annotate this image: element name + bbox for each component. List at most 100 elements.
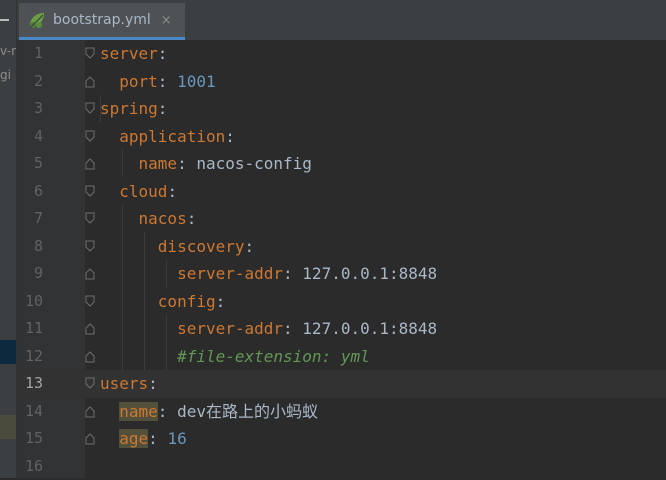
fold-open-icon[interactable] <box>85 185 95 198</box>
code-text: server-addr: 127.0.0.1:8848 <box>100 260 437 288</box>
code-text: port: 1001 <box>100 68 216 96</box>
line-number[interactable]: 6 <box>17 178 43 206</box>
code-text: age: 16 <box>100 425 187 453</box>
code-line[interactable]: 3 spring: <box>17 95 666 123</box>
line-number[interactable]: 1 <box>17 40 43 68</box>
yaml-value: 16 <box>167 429 186 448</box>
yaml-key: application <box>119 127 225 146</box>
code-text: server: <box>100 40 167 68</box>
line-number[interactable]: 3 <box>17 95 43 123</box>
line-number[interactable]: 13 <box>17 370 43 398</box>
code-line[interactable]: 14 name: dev在路上的小蚂蚁 <box>17 398 666 426</box>
code-line[interactable]: 10 config: <box>17 288 666 316</box>
code-text: #file-extension: yml <box>100 343 370 371</box>
indent-guide <box>122 205 123 370</box>
line-number[interactable]: 12 <box>17 343 43 371</box>
yaml-value: nacos-config <box>196 154 312 173</box>
yaml-key: name <box>119 402 158 421</box>
code-text: nacos: <box>100 205 196 233</box>
fold-open-icon[interactable] <box>85 130 95 143</box>
yaml-key: port <box>119 72 158 91</box>
code-text: users: <box>100 370 158 398</box>
fold-end-icon[interactable] <box>85 157 95 170</box>
code-text: cloud: <box>100 178 177 206</box>
fold-open-icon[interactable] <box>85 377 95 390</box>
code-line[interactable]: 4 application: <box>17 123 666 151</box>
yaml-value: dev在路上的小蚂蚁 <box>177 402 318 421</box>
yaml-key: cloud <box>119 182 167 201</box>
indent-guide <box>122 150 123 177</box>
yaml-value: 127.0.0.1:8848 <box>302 319 437 338</box>
code-line[interactable]: 11 server-addr: 127.0.0.1:8848 <box>17 315 666 343</box>
yaml-key: config <box>158 292 216 311</box>
fold-end-icon[interactable] <box>85 405 95 418</box>
line-number[interactable]: 16 <box>17 453 43 480</box>
code-line[interactable]: 6 cloud: <box>17 178 666 206</box>
yaml-key: server-addr <box>177 264 283 283</box>
code-text: name: dev在路上的小蚂蚁 <box>100 398 318 426</box>
editor-tab-bar: bootstrap.yml × <box>17 0 666 41</box>
code-line[interactable]: 8 discovery: <box>17 233 666 261</box>
yaml-key: nacos <box>139 209 187 228</box>
code-text: spring: <box>100 95 167 123</box>
yaml-key: server-addr <box>177 319 283 338</box>
line-number[interactable]: 10 <box>17 288 43 316</box>
project-tree-fragment[interactable]: gi <box>0 68 11 82</box>
fold-open-icon[interactable] <box>85 102 95 115</box>
fold-open-icon[interactable] <box>85 295 95 308</box>
code-line[interactable]: 13 users: <box>17 370 666 398</box>
project-tree-selected-row[interactable] <box>0 340 16 364</box>
code-text: application: <box>100 123 235 151</box>
yaml-key: discovery <box>158 237 245 256</box>
yaml-key: spring <box>100 99 158 118</box>
line-number[interactable]: 15 <box>17 425 43 453</box>
yaml-comment: #file-extension: yml <box>177 347 370 366</box>
indent-guide <box>100 95 101 122</box>
indent-guide <box>166 315 167 370</box>
fold-open-icon[interactable] <box>85 47 95 60</box>
tab-label: bootstrap.yml <box>53 12 151 28</box>
line-number[interactable]: 2 <box>17 68 43 96</box>
fold-end-icon[interactable] <box>85 322 95 335</box>
code-line[interactable]: 1 server: <box>17 40 666 68</box>
line-number[interactable]: 11 <box>17 315 43 343</box>
fold-end-icon[interactable] <box>85 432 95 445</box>
tab-bootstrap-yml[interactable]: bootstrap.yml × <box>19 3 185 37</box>
line-number[interactable]: 7 <box>17 205 43 233</box>
collapse-icon[interactable] <box>0 19 9 21</box>
code-line[interactable]: 12 #file-extension: yml <box>17 343 666 371</box>
code-text: config: <box>100 288 225 316</box>
code-text: server-addr: 127.0.0.1:8848 <box>100 315 437 343</box>
indent-guide <box>144 232 145 370</box>
code-line[interactable]: 15 age: 16 <box>17 425 666 453</box>
fold-open-icon[interactable] <box>85 240 95 253</box>
line-number[interactable]: 9 <box>17 260 43 288</box>
line-number[interactable]: 8 <box>17 233 43 261</box>
project-panel-strip: v-r gi <box>0 0 16 478</box>
yaml-key: server <box>100 44 158 63</box>
project-tree-fragment[interactable]: v-r <box>0 44 16 58</box>
code-line[interactable]: 7 nacos: <box>17 205 666 233</box>
code-line[interactable]: 16 <box>17 453 666 480</box>
yaml-key: users <box>100 374 148 393</box>
spring-leaf-icon <box>27 10 47 30</box>
line-number[interactable]: 4 <box>17 123 43 151</box>
code-line[interactable]: 5 name: nacos-config <box>17 150 666 178</box>
close-icon[interactable]: × <box>161 13 172 28</box>
yaml-key: age <box>119 429 148 448</box>
indent-guide <box>166 260 167 287</box>
code-text: discovery: <box>100 233 254 261</box>
project-tree-highlight-row[interactable] <box>0 415 16 439</box>
code-line[interactable]: 9 server-addr: 127.0.0.1:8848 <box>17 260 666 288</box>
fold-open-icon[interactable] <box>85 212 95 225</box>
yaml-key: name <box>139 154 178 173</box>
fold-end-icon[interactable] <box>85 267 95 280</box>
line-number[interactable]: 14 <box>17 398 43 426</box>
yaml-value: 127.0.0.1:8848 <box>302 264 437 283</box>
fold-end-icon[interactable] <box>85 75 95 88</box>
code-text: name: nacos-config <box>100 150 312 178</box>
code-line[interactable]: 2 port: 1001 <box>17 68 666 96</box>
line-number[interactable]: 5 <box>17 150 43 178</box>
fold-end-icon[interactable] <box>85 350 95 363</box>
yaml-value: 1001 <box>177 72 216 91</box>
